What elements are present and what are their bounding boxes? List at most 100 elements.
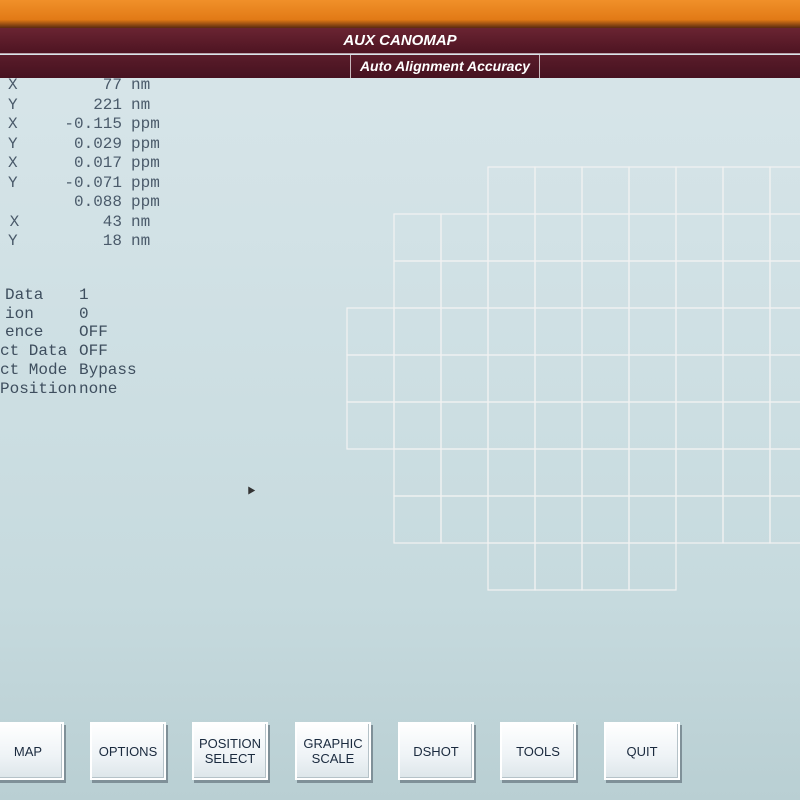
shot-cell[interactable] — [628, 354, 677, 403]
alignment-vector — [602, 395, 658, 534]
alignment-vector — [555, 254, 611, 393]
shot-cell[interactable] — [534, 495, 583, 544]
shot-cell[interactable] — [440, 401, 489, 450]
map-button[interactable]: MAP — [0, 722, 64, 780]
shot-cell[interactable] — [346, 401, 395, 450]
shot-cell[interactable] — [440, 495, 489, 544]
shot-cell[interactable] — [487, 354, 536, 403]
position-select-button[interactable]: POSITION SELECT — [192, 722, 268, 780]
arrow-head-icon — [556, 207, 565, 218]
shot-cell[interactable] — [440, 307, 489, 356]
shot-cell[interactable] — [722, 260, 771, 309]
shot-cell[interactable] — [722, 495, 771, 544]
shot-cell[interactable] — [769, 260, 800, 309]
shot-cell[interactable] — [581, 354, 630, 403]
shot-cell[interactable] — [440, 354, 489, 403]
shot-cell[interactable] — [581, 307, 630, 356]
shot-cell[interactable] — [346, 307, 395, 356]
graphic-scale-button[interactable]: GRAPHIC SCALE — [295, 722, 371, 780]
alignment-vector — [414, 254, 470, 393]
shot-cell[interactable] — [628, 307, 677, 356]
shot-cell[interactable] — [393, 260, 442, 309]
arrow-head-icon — [744, 395, 753, 406]
shot-cell[interactable] — [675, 213, 724, 262]
shot-cell[interactable] — [393, 495, 442, 544]
shot-cell[interactable] — [581, 495, 630, 544]
shot-cell[interactable] — [628, 213, 677, 262]
shot-cell[interactable] — [534, 307, 583, 356]
shot-cell[interactable] — [769, 166, 800, 215]
shot-cell[interactable] — [487, 495, 536, 544]
shot-cell[interactable] — [769, 401, 800, 450]
shot-cell[interactable] — [769, 213, 800, 262]
shot-cell[interactable] — [393, 401, 442, 450]
shot-cell[interactable] — [675, 307, 724, 356]
shot-cell[interactable] — [675, 166, 724, 215]
shot-cell[interactable] — [722, 307, 771, 356]
shot-cell[interactable] — [722, 448, 771, 497]
shot-cell[interactable] — [675, 401, 724, 450]
shot-cell[interactable] — [346, 354, 395, 403]
shot-cell[interactable] — [581, 542, 630, 591]
shot-cell[interactable] — [581, 166, 630, 215]
shot-cell[interactable] — [628, 542, 677, 591]
quit-button[interactable]: QUIT — [604, 722, 680, 780]
alignment-vector — [649, 442, 705, 581]
wafer-map[interactable] — [0, 0, 800, 800]
shot-cell[interactable] — [534, 213, 583, 262]
shot-cell[interactable] — [534, 448, 583, 497]
shot-cell[interactable] — [440, 260, 489, 309]
shot-cell[interactable] — [534, 542, 583, 591]
tools-button[interactable]: TOOLS — [500, 722, 576, 780]
shot-cell[interactable] — [722, 166, 771, 215]
arrow-head-icon — [744, 301, 753, 312]
shot-cell[interactable] — [628, 401, 677, 450]
shot-cell[interactable] — [487, 542, 536, 591]
shot-cell[interactable] — [769, 307, 800, 356]
shot-cell[interactable] — [393, 448, 442, 497]
alignment-vector — [508, 301, 564, 440]
shot-cell[interactable] — [440, 448, 489, 497]
shot-cell[interactable] — [487, 401, 536, 450]
shot-cell[interactable] — [769, 354, 800, 403]
shot-cell[interactable] — [628, 495, 677, 544]
shot-cell[interactable] — [722, 354, 771, 403]
shot-cell[interactable] — [769, 495, 800, 544]
shot-cell[interactable] — [581, 401, 630, 450]
shot-cell[interactable] — [487, 448, 536, 497]
shot-cell[interactable] — [722, 401, 771, 450]
shot-cell[interactable] — [534, 401, 583, 450]
shot-cell[interactable] — [487, 307, 536, 356]
shot-cell[interactable] — [487, 213, 536, 262]
shot-cell[interactable] — [769, 448, 800, 497]
shot-cell[interactable] — [534, 166, 583, 215]
alignment-vector — [649, 254, 705, 393]
shot-cell[interactable] — [675, 260, 724, 309]
shot-cell[interactable] — [534, 260, 583, 309]
shot-cell[interactable] — [581, 448, 630, 497]
shot-cell[interactable] — [487, 260, 536, 309]
shot-cell[interactable] — [628, 260, 677, 309]
arrow-head-icon — [509, 113, 518, 124]
arrow-head-icon — [556, 301, 565, 312]
shot-cell[interactable] — [581, 213, 630, 262]
shot-cell[interactable] — [393, 307, 442, 356]
shot-cell[interactable] — [440, 213, 489, 262]
shot-cell[interactable] — [487, 166, 536, 215]
shot-cell[interactable] — [393, 354, 442, 403]
shot-cell[interactable] — [534, 354, 583, 403]
alignment-vector — [602, 442, 658, 581]
shot-cell[interactable] — [393, 213, 442, 262]
arrow-head-icon — [650, 160, 659, 171]
shot-cell[interactable] — [675, 448, 724, 497]
shot-cell[interactable] — [628, 448, 677, 497]
shot-cell[interactable] — [675, 354, 724, 403]
shot-cell[interactable] — [581, 260, 630, 309]
arrow-head-icon — [462, 348, 471, 359]
alignment-vector — [414, 395, 470, 534]
shot-cell[interactable] — [722, 213, 771, 262]
dshot-button[interactable]: DSHOT — [398, 722, 474, 780]
shot-cell[interactable] — [675, 495, 724, 544]
options-button[interactable]: OPTIONS — [90, 722, 166, 780]
shot-cell[interactable] — [628, 166, 677, 215]
